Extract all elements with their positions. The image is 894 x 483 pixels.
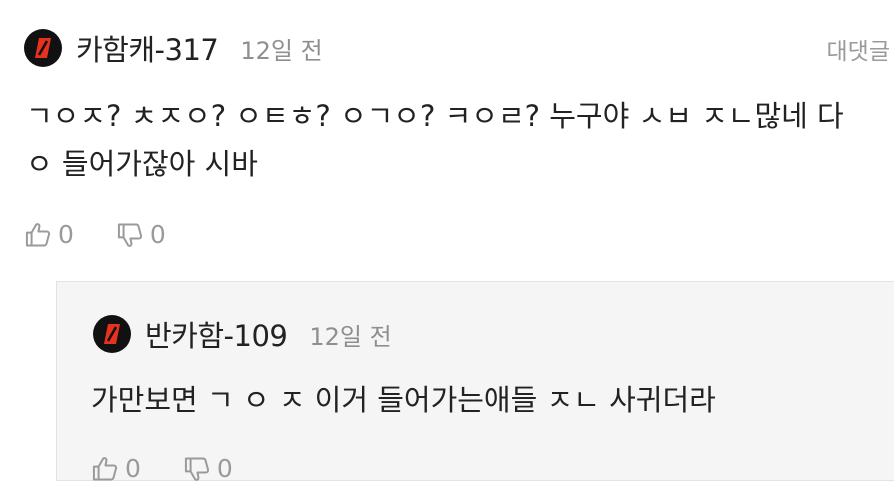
reply-dislike-button[interactable]: 0 bbox=[183, 454, 233, 483]
reply-header: 반카함-109 12일 전 bbox=[93, 314, 392, 354]
comment-body-line: ㅇ 들어가잖아 시바 bbox=[26, 147, 258, 181]
comment-body-line: ㄱㅇㅈ? ㅊㅈㅇ? ㅇㅌㅎ? ㅇㄱㅇ? ㅋㅇㄹ? 누구야 ㅅㅂ ㅈㄴ많네 다 bbox=[26, 99, 844, 133]
like-button[interactable]: 0 bbox=[24, 220, 74, 249]
reply-author[interactable]: 반카함-109 bbox=[145, 313, 288, 355]
comment-header: 카함캐-317 12일 전 bbox=[24, 28, 323, 68]
avatar-logo-icon bbox=[35, 38, 51, 58]
dislike-button[interactable]: 0 bbox=[116, 220, 166, 249]
reply-dislike-count: 0 bbox=[216, 454, 233, 483]
comment-author[interactable]: 카함캐-317 bbox=[76, 27, 219, 69]
reply-time: 12일 전 bbox=[309, 322, 392, 351]
like-count: 0 bbox=[58, 220, 74, 249]
reply-body: 가만보면 ㄱ ㅇ ㅈ 이거 들어가는애들 ㅈㄴ 사귀더라 bbox=[91, 383, 716, 417]
avatar[interactable] bbox=[93, 315, 131, 353]
reply-like-count: 0 bbox=[125, 454, 141, 483]
avatar-logo-icon bbox=[104, 324, 120, 344]
reply-button[interactable]: 대댓글 bbox=[827, 32, 890, 66]
reply-votes: 0 0 bbox=[91, 454, 275, 483]
thumbs-up-icon bbox=[92, 456, 118, 480]
reply-like-button[interactable]: 0 bbox=[91, 454, 141, 483]
comment-body: ㄱㅇㅈ? ㅊㅈㅇ? ㅇㅌㅎ? ㅇㄱㅇ? ㅋㅇㄹ? 누구야 ㅅㅂ ㅈㄴ많네 다 ㅇ… bbox=[26, 92, 888, 188]
comment-votes: 0 0 bbox=[24, 220, 208, 249]
reply-comment: 반카함-109 12일 전 가만보면 ㄱ ㅇ ㅈ 이거 들어가는애들 ㅈㄴ 사귀… bbox=[56, 281, 894, 483]
comment-time: 12일 전 bbox=[240, 36, 323, 65]
avatar[interactable] bbox=[24, 29, 62, 67]
dislike-count: 0 bbox=[149, 220, 166, 249]
thumbs-down-icon bbox=[184, 457, 209, 481]
thumbs-down-icon bbox=[117, 223, 142, 247]
thumbs-up-icon bbox=[25, 222, 51, 246]
